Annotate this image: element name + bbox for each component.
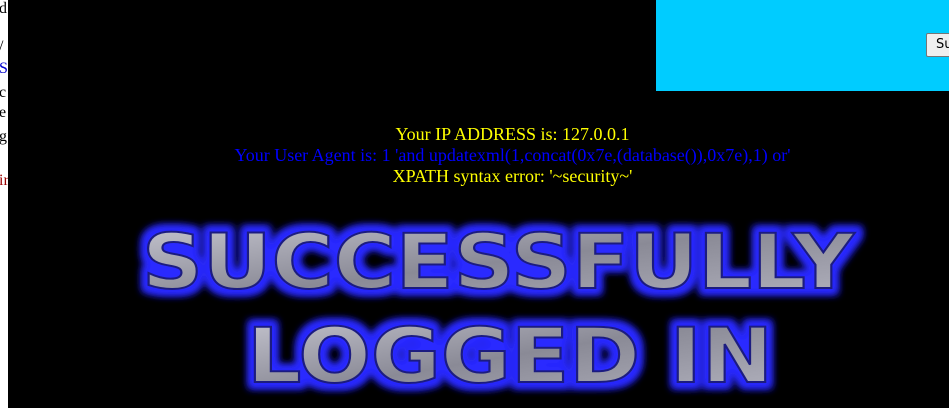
- left-page-strip: d / S c e g ir: [0, 0, 8, 408]
- login-form-panel: [656, 0, 949, 91]
- left-strip-fragment: /: [0, 38, 3, 56]
- left-strip-fragment: e: [0, 104, 7, 121]
- success-banner-image: SUCCESSFULLY LOGGED IN: [141, 216, 856, 401]
- left-strip-fragment: c: [0, 84, 7, 101]
- banner-line-2: LOGGED IN: [247, 311, 773, 400]
- submit-button[interactable]: Submit: [926, 33, 949, 57]
- user-agent-line: Your User Agent is: 1 'and updatexml(1,c…: [234, 145, 791, 165]
- left-strip-link-fragment[interactable]: S: [0, 60, 8, 78]
- left-strip-fragment: d: [0, 0, 7, 17]
- banner-line-1: SUCCESSFULLY: [142, 217, 855, 306]
- ip-address-line: Your IP ADDRESS is: 127.0.0.1: [395, 124, 630, 144]
- xpath-error-line: XPATH syntax error: '~security~': [392, 166, 633, 186]
- result-info: Your IP ADDRESS is: 127.0.0.1 Your User …: [0, 124, 949, 187]
